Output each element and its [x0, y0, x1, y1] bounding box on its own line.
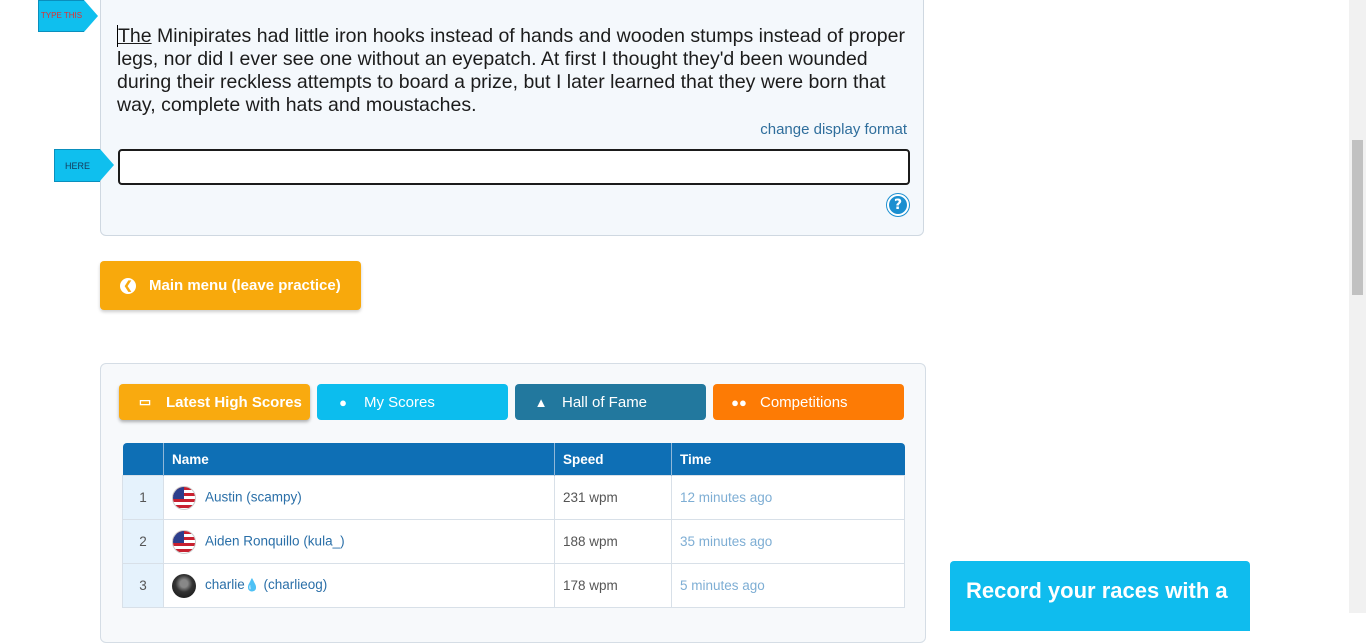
- speed-cell: 178 wpm: [554, 563, 672, 608]
- change-display-format-link[interactable]: change display format: [760, 121, 907, 138]
- time-header: Time: [671, 443, 905, 476]
- passage-text: The Minipirates had little iron hooks in…: [117, 25, 917, 117]
- speed-cell: 188 wpm: [554, 519, 672, 564]
- group-icon: ●●: [731, 394, 747, 410]
- player-name: charlie: [205, 577, 245, 593]
- rank-cell: 3: [122, 563, 164, 608]
- name-cell: Aiden Ronquillo (kula_): [163, 519, 555, 564]
- page-scrollbar[interactable]: [1349, 0, 1366, 613]
- scrollbar-thumb[interactable]: [1352, 140, 1363, 295]
- main-menu-label: Main menu (leave practice): [149, 277, 341, 294]
- speed-cell: 231 wpm: [554, 475, 672, 520]
- scores-panel: ▭ Latest High Scores ● My Scores ▲ Hall …: [100, 363, 926, 643]
- help-icon[interactable]: ?: [887, 194, 909, 216]
- thumbs-up-icon: ▲: [534, 394, 548, 410]
- table-header-row: Name Speed Time: [122, 443, 905, 476]
- speed-header: Speed: [554, 443, 672, 476]
- player-link[interactable]: Aiden Ronquillo (kula_): [205, 533, 345, 548]
- user-avatar-icon: [172, 573, 196, 598]
- time-cell: 5 minutes ago: [671, 563, 905, 608]
- here-tag: HERE: [54, 149, 114, 182]
- typing-panel: The Minipirates had little iron hooks in…: [100, 0, 924, 236]
- tab-label: Competitions: [760, 393, 848, 411]
- monitor-icon: ▭: [138, 394, 152, 409]
- current-word: The: [117, 25, 152, 47]
- name-cell: charlie💧 (charlieog): [163, 563, 555, 608]
- promo-text: Record your races with a: [966, 578, 1228, 603]
- rank-cell: 2: [122, 519, 164, 564]
- promo-box[interactable]: Record your races with a: [950, 561, 1250, 631]
- tab-latest-high-scores[interactable]: ▭ Latest High Scores: [119, 384, 310, 420]
- tab-my-scores[interactable]: ● My Scores: [317, 384, 508, 420]
- tab-label: My Scores: [364, 393, 435, 411]
- name-cell: Austin (scampy): [163, 475, 555, 520]
- player-link[interactable]: charlie💧 (charlieog): [205, 577, 327, 592]
- passage-remaining: Minipirates had little iron hooks instea…: [117, 25, 905, 116]
- main-menu-button[interactable]: ❮ Main menu (leave practice): [100, 261, 361, 310]
- us-flag-icon: [172, 529, 196, 554]
- time-cell: 35 minutes ago: [671, 519, 905, 564]
- typing-input[interactable]: [118, 149, 910, 185]
- player-username: (charlieog): [259, 577, 328, 593]
- high-scores-table: Name Speed Time 1 Austin (scampy) 231 wp…: [122, 443, 905, 608]
- chevron-left-circle-icon: ❮: [120, 277, 136, 294]
- us-flag-icon: [172, 485, 196, 510]
- rank-header: [122, 443, 164, 476]
- scores-tabs: ▭ Latest High Scores ● My Scores ▲ Hall …: [119, 384, 911, 420]
- user-icon: ●: [339, 394, 347, 410]
- time-cell: 12 minutes ago: [671, 475, 905, 520]
- player-link[interactable]: Austin (scampy): [205, 489, 302, 504]
- table-row: 3 charlie💧 (charlieog) 178 wpm 5 minutes…: [122, 563, 905, 608]
- name-header: Name: [163, 443, 555, 476]
- tab-label: Latest High Scores: [166, 393, 302, 411]
- rank-cell: 1: [122, 475, 164, 520]
- tab-hall-of-fame[interactable]: ▲ Hall of Fame: [515, 384, 706, 420]
- table-row: 2 Aiden Ronquillo (kula_) 188 wpm 35 min…: [122, 519, 905, 564]
- type-this-tag: TYPE THIS: [38, 0, 98, 32]
- tab-competitions[interactable]: ●● Competitions: [713, 384, 904, 420]
- table-row: 1 Austin (scampy) 231 wpm 12 minutes ago: [122, 475, 905, 520]
- water-drop-icon: 💧: [244, 578, 260, 593]
- tab-label: Hall of Fame: [562, 393, 648, 411]
